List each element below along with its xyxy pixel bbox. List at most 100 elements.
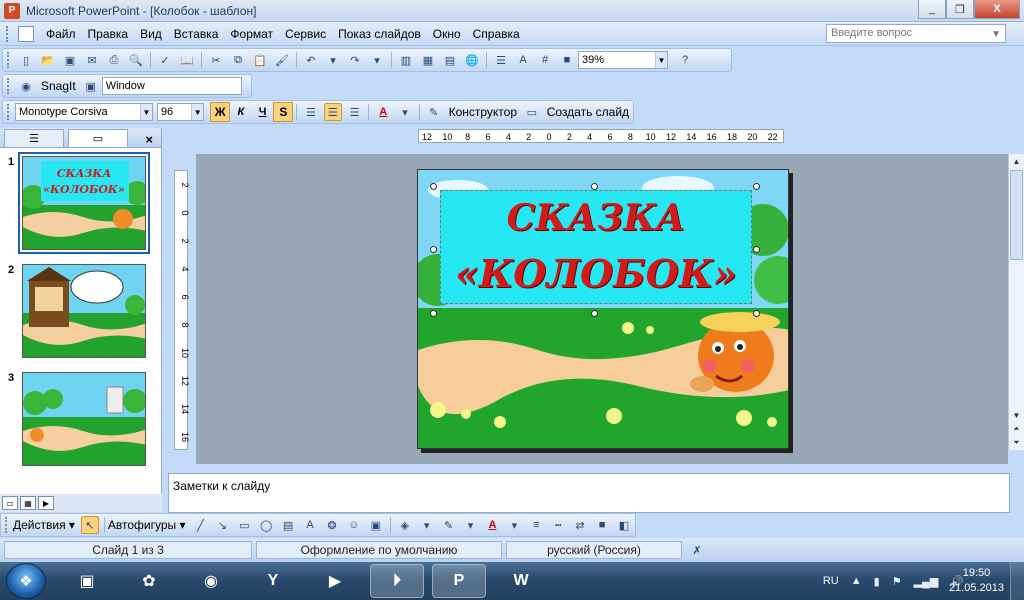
show-hidden-icons-icon[interactable]: ▲ [851, 575, 862, 587]
horizontal-ruler[interactable]: 12 10 8 6 4 2 0 2 4 6 8 10 12 14 16 18 20 22 [418, 129, 784, 143]
close-button[interactable]: X [974, 0, 1020, 19]
menu-edit[interactable]: Правка [82, 27, 135, 41]
resize-handle[interactable] [430, 310, 437, 317]
arrow-icon[interactable]: ↘ [213, 516, 231, 534]
resize-handle[interactable] [753, 246, 760, 253]
pane-close-button[interactable]: × [145, 132, 153, 147]
picture-icon[interactable]: ▣ [367, 516, 385, 534]
toolbar-grip[interactable] [7, 52, 11, 68]
spelling-icon[interactable]: ✓ [156, 51, 174, 69]
resize-handle[interactable] [591, 310, 598, 317]
grid-icon[interactable]: # [536, 51, 554, 69]
snagit-icon[interactable]: ◉ [17, 77, 35, 95]
line-color-dropdown-icon[interactable]: ▾ [462, 516, 480, 534]
resize-handle[interactable] [430, 246, 437, 253]
menu-insert[interactable]: Вставка [168, 27, 225, 41]
font-color-dropdown-icon[interactable]: ▾ [505, 516, 523, 534]
expand-all-icon[interactable]: ☰ [492, 51, 510, 69]
resize-handle[interactable] [430, 183, 437, 190]
spell-check-status-icon[interactable]: ✗ [688, 541, 706, 559]
word-task-icon[interactable]: W [494, 564, 548, 598]
line-color-icon[interactable]: ✎ [440, 516, 458, 534]
vertical-scrollbar[interactable]: ▲ ▼ ⏶ ⏷ [1008, 154, 1024, 450]
slide-sorter-icon[interactable]: ▦ [20, 496, 36, 510]
hyperlink-icon[interactable]: 🌐 [463, 51, 481, 69]
explorer-icon[interactable]: ▣ [60, 564, 114, 598]
scroll-up-icon[interactable]: ▲ [1009, 154, 1024, 168]
underline-button[interactable]: Ч [254, 103, 272, 121]
dash-style-icon[interactable]: ┅ [549, 516, 567, 534]
font-color-dropdown-icon[interactable]: ▾ [396, 103, 414, 121]
chevron-down-icon[interactable]: ▼ [655, 52, 667, 68]
toolbar-grip[interactable] [7, 104, 11, 120]
clock[interactable]: 19:50 21.05.2013 [949, 566, 1004, 596]
font-select[interactable]: Monotype Corsiva ▼ [14, 103, 153, 121]
notes-pane[interactable]: Заметки к слайду [168, 473, 1010, 513]
undo-dropdown-icon[interactable]: ▾ [324, 51, 342, 69]
menu-slideshow[interactable]: Показ слайдов [332, 27, 427, 41]
language-indicator[interactable]: RU [823, 575, 839, 587]
slide-thumbnail-2[interactable] [22, 264, 146, 358]
undo-icon[interactable]: ↶ [302, 51, 320, 69]
document-icon[interactable] [18, 25, 34, 42]
show-formatting-icon[interactable]: A [514, 51, 532, 69]
chevron-down-icon[interactable]: ▼ [139, 104, 152, 120]
wordart-icon[interactable]: A [301, 516, 319, 534]
research-icon[interactable]: 📖 [178, 51, 196, 69]
redo-icon[interactable]: ↷ [346, 51, 364, 69]
fill-color-dropdown-icon[interactable]: ▾ [418, 516, 436, 534]
align-center-icon[interactable]: ☰ [323, 103, 342, 121]
toolbar-grip[interactable] [7, 78, 11, 94]
video-editor-icon[interactable]: ⏵ [370, 564, 424, 598]
tables-borders-icon[interactable]: ▤ [441, 51, 459, 69]
slide-thumbnail-row[interactable]: 1 СКАЗКА «КОЛОБОК» [0, 152, 150, 254]
menu-format[interactable]: Формат [224, 27, 279, 41]
toolbar-grip[interactable] [5, 517, 9, 533]
resize-handle[interactable] [591, 183, 598, 190]
status-design[interactable]: Оформление по умолчанию [256, 541, 502, 559]
new-document-icon[interactable]: ▯ [17, 51, 35, 69]
diagram-icon[interactable]: ❂ [323, 516, 341, 534]
menu-file[interactable]: Файл [40, 27, 82, 41]
chevron-down-icon[interactable]: ▼ [191, 104, 204, 120]
autoshapes-menu[interactable]: Автофигуры ▾ [108, 518, 186, 532]
oval-icon[interactable]: ◯ [257, 516, 275, 534]
chevron-down-icon[interactable]: ▼ [991, 29, 1001, 40]
help-icon[interactable]: ? [676, 51, 694, 69]
slide-thumbnail-1[interactable]: СКАЗКА «КОЛОБОК» [18, 152, 150, 254]
open-folder-icon[interactable]: 📂 [39, 51, 57, 69]
align-right-icon[interactable]: ☰ [346, 103, 364, 121]
arrow-style-icon[interactable]: ⇄ [571, 516, 589, 534]
minimize-button[interactable]: _ [918, 0, 946, 19]
title-placeholder[interactable]: СКАЗКА «КОЛОБОК» [440, 190, 752, 304]
fill-color-icon[interactable]: ◈ [396, 516, 414, 534]
line-style-icon[interactable]: ≡ [527, 516, 545, 534]
print-icon[interactable]: ⎙ [105, 51, 123, 69]
resize-handle[interactable] [753, 310, 760, 317]
shadow-button[interactable]: S [273, 102, 294, 122]
italic-button[interactable]: К [232, 103, 250, 121]
tab-slides[interactable]: ▭ [68, 129, 128, 147]
cut-icon[interactable]: ✂ [207, 51, 225, 69]
firefox-icon[interactable]: ◉ [184, 564, 238, 598]
resize-handle[interactable] [753, 183, 760, 190]
textbox-icon[interactable]: ▤ [279, 516, 297, 534]
permission-icon[interactable]: ✉ [83, 51, 101, 69]
snagit-capture-icon[interactable]: ▣ [82, 77, 100, 95]
slide-thumbnail-row[interactable]: 2 [0, 264, 146, 358]
status-language[interactable]: русский (Россия) [506, 541, 682, 559]
line-icon[interactable]: ╱ [191, 516, 209, 534]
scrollbar-thumb[interactable] [1010, 170, 1023, 260]
actions-menu[interactable]: Действия ▾ [13, 518, 75, 532]
rectangle-icon[interactable]: ▭ [235, 516, 253, 534]
restore-button[interactable]: ❐ [946, 0, 974, 19]
print-preview-icon[interactable]: 🔍 [127, 51, 145, 69]
snagit-button[interactable]: SnagIt [41, 79, 76, 93]
media-player-icon[interactable]: ▶ [308, 564, 362, 598]
font-color-icon[interactable]: A [483, 516, 501, 534]
shadow-style-icon[interactable]: ■ [593, 516, 611, 534]
menu-window[interactable]: Окно [427, 27, 467, 41]
powerpoint-icon[interactable]: P [4, 2, 20, 19]
capture-mode-select[interactable]: Window [101, 77, 242, 95]
menu-grip[interactable] [6, 25, 14, 42]
